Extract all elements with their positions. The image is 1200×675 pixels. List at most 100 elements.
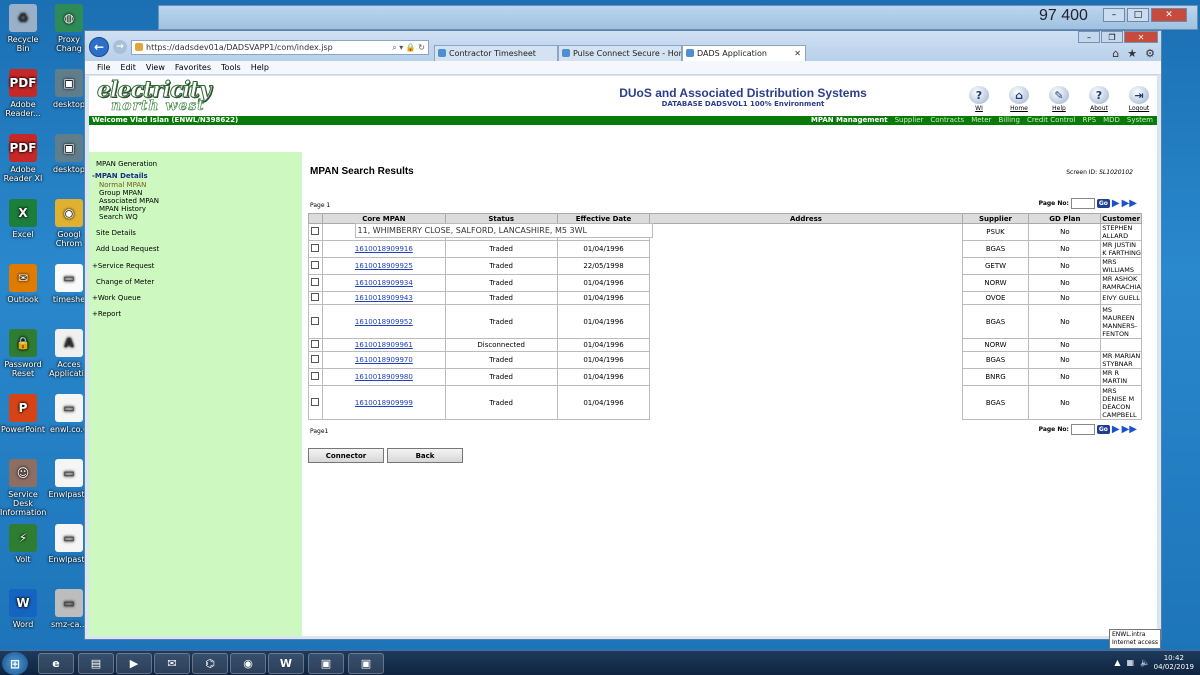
desktop-icon-password-reset[interactable]: 🔒 Password Reset (0, 329, 46, 378)
logout-button[interactable]: ⇥ Logout (1125, 86, 1153, 112)
sidebar-item-search-wq[interactable]: Search WQ (99, 213, 159, 221)
table-row[interactable]: 1610018909943Traded01/04/19964, WHIMBERR… (308, 222, 1142, 305)
mpan-link[interactable]: 1610018909934 (355, 279, 413, 287)
volume-icon[interactable]: 🔈 (1140, 658, 1150, 667)
settings-gear-icon[interactable]: ⚙ (1145, 47, 1155, 60)
desktop-icon-powerpoint[interactable]: P PowerPoint (0, 394, 46, 434)
sidebar-item-add-load-request[interactable]: Add Load Request (96, 245, 159, 253)
nav-item-supplier[interactable]: Supplier (895, 116, 924, 125)
start-button[interactable]: ⊞ (2, 652, 28, 675)
menu-item-edit[interactable]: Edit (120, 61, 136, 74)
row-checkbox[interactable] (311, 397, 320, 406)
menu-item-help[interactable]: Help (251, 61, 269, 74)
mpan-link[interactable]: 1610018909970 (355, 356, 413, 364)
sidebar-item-report[interactable]: +Report (92, 310, 121, 318)
word-icon[interactable]: W (268, 653, 304, 674)
desktop-icon-adobe-reader-1[interactable]: PDF Adobe Reader... (0, 69, 46, 118)
sidebar-item-work-queue[interactable]: +Work Queue (92, 294, 141, 302)
sidebar-item-service-request[interactable]: +Service Request (92, 262, 154, 270)
column-header[interactable]: GD Plan (1028, 213, 1102, 224)
page-number-input[interactable] (1070, 424, 1095, 435)
row-checkbox[interactable] (311, 340, 320, 348)
sidebar-item-normal-mpan[interactable]: Normal MPAN (99, 181, 159, 189)
desktop-icon-recycle-bin[interactable]: ♻ Recycle Bin (0, 4, 46, 53)
menu-item-file[interactable]: File (97, 61, 110, 74)
nav-item-contracts[interactable]: Contracts (930, 116, 964, 125)
row-checkbox[interactable] (311, 293, 320, 301)
tab-dads-application[interactable]: DADS Application ✕ (682, 45, 806, 61)
sidebar-item-associated-mpan[interactable]: Associated MPAN (99, 197, 159, 205)
table-row[interactable]: 1610018909952Traded01/04/19966, WHIMBERR… (308, 222, 1142, 339)
maximize-button[interactable]: □ (1127, 8, 1149, 22)
nav-item-credit-control[interactable]: Credit Control (1027, 116, 1076, 125)
favorites-star-icon[interactable]: ★ (1127, 47, 1137, 60)
nav-item-billing[interactable]: Billing (998, 116, 1019, 125)
nav-item-meter[interactable]: Meter (971, 116, 991, 125)
home-button[interactable]: ⌂ Home (1005, 86, 1033, 112)
table-row[interactable]: 1610018909916Traded01/04/19963, WHIMBERR… (308, 222, 1142, 258)
mpan-link[interactable]: 1610018909999 (355, 399, 413, 407)
table-row[interactable]: 1610018909980Traded01/04/19969, WHIMBERR… (308, 222, 1142, 386)
nav-item-rps[interactable]: RPS (1083, 116, 1097, 125)
home-icon[interactable]: ⌂ (1112, 47, 1119, 60)
mpan-link[interactable]: 1610018909952 (355, 318, 413, 326)
table-row[interactable]: 1610018909925Traded22/05/19985, WHIMBERR… (308, 222, 1142, 275)
sidebar-item-site-details[interactable]: Site Details (96, 229, 136, 237)
tray-arrow-icon[interactable]: ▲ (1114, 658, 1120, 667)
desktop-icon-excel[interactable]: X Excel (0, 199, 46, 239)
menu-item-tools[interactable]: Tools (221, 61, 241, 74)
mpan-link[interactable]: 1610018909916 (355, 245, 413, 253)
table-row[interactable]: 1610018909961Disconnected01/04/19968, WH… (308, 222, 1142, 352)
network-icon[interactable]: ▦ (1126, 658, 1134, 667)
row-checkbox[interactable] (311, 227, 320, 235)
address-tools-icon[interactable]: ⌕ ▾ 🔒 ↻ (392, 41, 425, 54)
next-page-icon[interactable]: ▶ (1112, 424, 1120, 434)
last-page-icon[interactable]: ▶▶ (1122, 424, 1137, 434)
table-row[interactable]: 1610018909970Traded01/04/19967, WHIMBERR… (308, 222, 1142, 369)
row-checkbox[interactable] (311, 316, 320, 325)
row-checkbox[interactable] (311, 261, 320, 269)
sidebar-item-change-of-meter[interactable]: Change of Meter (96, 278, 154, 286)
background-window[interactable]: 97 400 – □ ✕ (158, 5, 1198, 30)
mpan-link[interactable]: 1610018909961 (355, 341, 413, 349)
sidebar-item-group-mpan[interactable]: Group MPAN (99, 189, 159, 197)
last-page-icon[interactable]: ▶▶ (1122, 198, 1137, 208)
remote-desktop-icon-2[interactable]: ▣ (348, 653, 384, 674)
sidebar-item-mpan-generation[interactable]: MPAN Generation (96, 160, 157, 168)
page-number-input[interactable] (1070, 198, 1095, 209)
address-bar[interactable]: https://dadsdev01a/DADSVAPP1/com/index.j… (131, 40, 429, 55)
outlook-icon[interactable]: ✉ (154, 653, 190, 674)
go-button[interactable]: Go (1096, 425, 1110, 434)
nav-item-system[interactable]: System (1127, 116, 1153, 125)
desktop-icon-service-desk[interactable]: ☺ Service Desk Information (0, 459, 46, 517)
network-app-icon[interactable]: ⌬ (192, 653, 228, 674)
about-button[interactable]: ? About (1085, 86, 1113, 112)
file-explorer-icon[interactable]: ▤ (78, 653, 114, 674)
nav-item-mdd[interactable]: MDD (1103, 116, 1120, 125)
mpan-link[interactable]: 1610018909980 (355, 373, 413, 381)
back-button[interactable]: Back (387, 448, 463, 463)
column-header[interactable]: Customer (1100, 213, 1142, 224)
sidebar-item-mpan-details[interactable]: -MPAN Details (92, 172, 148, 180)
media-player-icon[interactable]: ▶ (116, 653, 152, 674)
column-header[interactable]: Supplier (961, 213, 1030, 224)
internet-explorer-icon[interactable]: e (38, 653, 74, 674)
next-page-icon[interactable]: ▶ (1112, 198, 1120, 208)
close-button[interactable]: ✕ (1124, 31, 1158, 43)
desktop-icon-outlook[interactable]: ✉ Outlook (0, 264, 46, 304)
tab-contractor-timesheet[interactable]: Contractor Timesheet (434, 45, 558, 61)
tab-pulse-connect[interactable]: Pulse Connect Secure - Home (558, 45, 682, 61)
table-row[interactable]: 1610018909934Traded01/04/19962, WHIMBERR… (308, 222, 1142, 292)
minimize-button[interactable]: – (1078, 31, 1100, 43)
close-button[interactable]: ✕ (1151, 8, 1187, 22)
sidebar-item-mpan-history[interactable]: MPAN History (99, 205, 159, 213)
table-row[interactable]: 1610018909999 Traded 01/04/1996 11, WHIMBER… (308, 222, 1142, 420)
row-checkbox[interactable] (311, 244, 320, 252)
forward-button[interactable]: → (113, 40, 127, 54)
desktop-icon-word[interactable]: W Word (0, 589, 46, 629)
clock[interactable]: 10:42 04/02/2019 (1154, 654, 1194, 672)
desktop-icon-adobe-reader-xi[interactable]: PDF Adobe Reader XI (0, 134, 46, 183)
wi-button[interactable]: ? WI (965, 86, 993, 112)
minimize-button[interactable]: – (1103, 8, 1125, 22)
mpan-link[interactable]: 1610018909943 (355, 294, 413, 302)
